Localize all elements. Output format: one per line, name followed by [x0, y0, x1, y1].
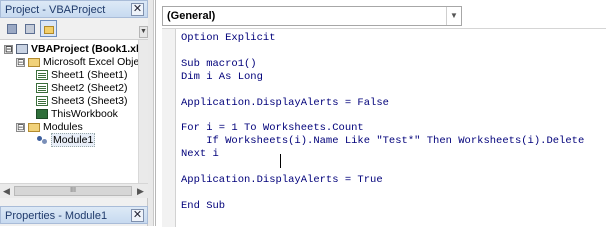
code-editor[interactable]: Option Explicit Sub macro1() Dim i As Long… [162, 28, 606, 227]
chevron-down-icon[interactable]: ▼ [446, 7, 461, 25]
code-line[interactable]: Next i [181, 148, 219, 161]
tree-node-sheet2[interactable]: Sheet2 (Sheet2) [36, 82, 127, 95]
collapse-icon[interactable]: ⊟ [16, 122, 25, 132]
tree-label-project: VBAProject (Book1.xlsm [31, 43, 138, 55]
tree-label-thisworkbook: ThisWorkbook [51, 108, 118, 120]
code-line[interactable]: If Worksheets(i).Name Like "Test*" Then … [181, 135, 584, 148]
close-icon[interactable]: ✕ [131, 3, 144, 16]
pane-splitter[interactable] [148, 0, 154, 226]
tree-label-excel-objects: Microsoft Excel Objects [43, 56, 138, 68]
view-code-icon [7, 24, 17, 34]
close-icon[interactable]: ✕ [131, 209, 144, 222]
tree-node-thisworkbook[interactable]: ThisWorkbook [36, 108, 118, 121]
workbook-icon [36, 109, 48, 120]
project-pane-title: Project - VBAProject ✕ [0, 0, 148, 18]
project-icon [16, 44, 28, 55]
object-combo-value: (General) [167, 10, 216, 22]
tree-node-sheet1[interactable]: Sheet1 (Sheet1) [36, 69, 127, 82]
module-icon [36, 135, 48, 145]
project-pane-title-text: Project - VBAProject [5, 4, 106, 16]
tree-node-excel-objects[interactable]: ⊟ Microsoft Excel Objects [16, 56, 138, 69]
project-explorer: Project - VBAProject ✕ ⊟ VBAProject (Book… [0, 0, 148, 226]
code-line[interactable]: End Sub [181, 200, 225, 213]
project-tree: ⊟ VBAProject (Book1.xlsm ⊟ Microsoft Excel… [0, 40, 138, 183]
toggle-folders-button[interactable] [40, 20, 57, 37]
tree-label-sheet3: Sheet3 (Sheet3) [51, 95, 128, 107]
toggle-folders-icon [44, 26, 54, 34]
scrollbar-thumb[interactable]: III [14, 186, 132, 196]
tree-node-module1[interactable]: Module1 [36, 133, 96, 147]
scroll-left-icon[interactable]: ◀ [0, 185, 13, 197]
view-object-icon [25, 24, 35, 34]
code-line[interactable]: Dim i As Long [181, 71, 263, 84]
view-code-button[interactable] [3, 20, 20, 37]
properties-pane-title: Properties - Module1 ✕ [0, 206, 148, 224]
code-line[interactable]: Application.DisplayAlerts = True [181, 174, 383, 187]
tree-label-modules: Modules [43, 121, 83, 133]
collapse-icon[interactable]: ⊟ [16, 57, 25, 67]
code-line[interactable]: Sub macro1() [181, 58, 257, 71]
scroll-down-icon[interactable]: ▼ [139, 26, 148, 38]
tree-label-sheet2: Sheet2 (Sheet2) [51, 82, 128, 94]
object-combo[interactable]: (General) ▼ [162, 6, 462, 26]
scroll-right-icon[interactable]: ▶ [134, 185, 147, 197]
folder-icon [28, 57, 40, 67]
view-object-button[interactable] [21, 20, 38, 37]
tree-horizontal-scrollbar[interactable]: ◀ III ▶ [0, 183, 148, 198]
code-window: (General) ▼ Option Explicit Sub macro1() D… [155, 0, 606, 227]
folder-icon [28, 122, 40, 132]
properties-pane-title-text: Properties - Module1 [5, 210, 108, 222]
tree-vertical-scrollbar[interactable] [138, 40, 148, 183]
code-line[interactable]: Application.DisplayAlerts = False [181, 97, 389, 110]
worksheet-icon [36, 83, 48, 94]
tree-node-sheet3[interactable]: Sheet3 (Sheet3) [36, 95, 127, 108]
margin-indicator-bar[interactable] [162, 29, 176, 227]
tree-label-module1: Module1 [51, 133, 96, 147]
tree-node-project[interactable]: ⊟ VBAProject (Book1.xlsm [4, 43, 138, 56]
text-cursor [280, 154, 281, 168]
tree-label-sheet1: Sheet1 (Sheet1) [51, 69, 128, 81]
project-toolbar [0, 18, 148, 40]
worksheet-icon [36, 70, 48, 81]
collapse-icon[interactable]: ⊟ [4, 44, 13, 54]
code-line[interactable]: Option Explicit [181, 32, 276, 45]
code-line[interactable]: For i = 1 To Worksheets.Count [181, 122, 364, 135]
worksheet-icon [36, 96, 48, 107]
